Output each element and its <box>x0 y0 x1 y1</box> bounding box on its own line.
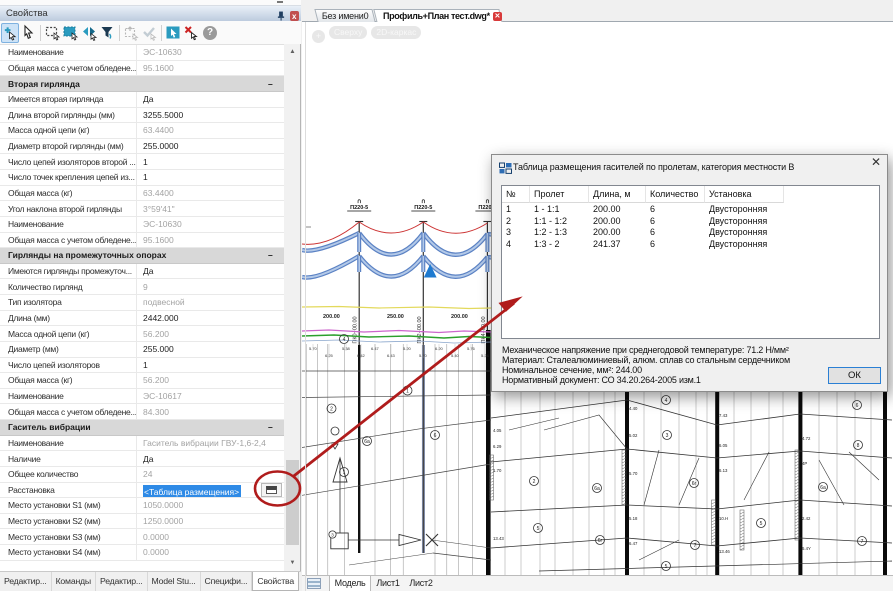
svg-text:6.43: 6.43 <box>387 353 396 358</box>
svg-text:8: 8 <box>857 443 860 449</box>
svg-text:4.05: 4.05 <box>493 428 502 433</box>
svg-text:10.H: 10.H <box>719 516 728 521</box>
svg-text:13.46: 13.46 <box>719 549 730 554</box>
svg-text:6.42: 6.42 <box>357 353 366 358</box>
svg-text:ПК4+00.00: ПК4+00.00 <box>481 316 487 343</box>
svg-text:6.05: 6.05 <box>719 443 728 448</box>
svg-text:ПК2+00.00: ПК2+00.00 <box>417 316 423 343</box>
svg-text:6а: 6а <box>364 439 370 445</box>
svg-text:6: 6 <box>856 403 859 409</box>
svg-text:5.18: 5.18 <box>629 516 638 521</box>
svg-text:5: 5 <box>665 564 668 570</box>
svg-text:ᑎ: ᑎ <box>421 198 425 205</box>
svg-text:6а: 6а <box>820 485 826 491</box>
svg-text:2: 2 <box>533 479 536 485</box>
svg-text:6г: 6г <box>598 538 603 544</box>
svg-text:6.20: 6.20 <box>435 346 444 351</box>
svg-text:6г: 6г <box>692 481 697 487</box>
svg-text:1: 1 <box>406 389 409 395</box>
svg-text:200.00: 200.00 <box>323 314 340 320</box>
svg-text:5.38: 5.38 <box>342 346 351 351</box>
svg-text:П220-5: П220-5 <box>350 205 368 211</box>
svg-text:П220-5: П220-5 <box>414 205 432 211</box>
svg-text:7.43: 7.43 <box>719 413 728 418</box>
svg-text:7: 7 <box>861 539 864 545</box>
svg-text:6.13: 6.13 <box>719 468 728 473</box>
svg-text:5: 5 <box>537 526 540 532</box>
svg-text:7: 7 <box>694 543 697 549</box>
svg-text:5.40: 5.40 <box>451 353 460 358</box>
svg-text:ᑎ: ᑎ <box>357 198 361 205</box>
svg-text:1.70: 1.70 <box>493 468 502 473</box>
svg-text:4.40: 4.40 <box>629 406 638 411</box>
svg-text:5.76: 5.76 <box>467 346 476 351</box>
svg-text:5.70: 5.70 <box>419 353 428 358</box>
svg-text:5.70: 5.70 <box>629 471 638 476</box>
svg-text:6.4Y: 6.4Y <box>802 546 811 551</box>
svg-text:2: 2 <box>330 407 333 413</box>
svg-text:6: 6 <box>434 433 437 439</box>
svg-text:6а: 6а <box>594 486 600 492</box>
svg-text:6.25: 6.25 <box>325 353 334 358</box>
svg-text:5.24: 5.24 <box>481 353 490 358</box>
svg-text:4: 4 <box>343 337 346 343</box>
svg-text:6.47: 6.47 <box>371 346 380 351</box>
svg-text:6.29: 6.29 <box>493 444 502 449</box>
svg-text:ПК0+00.00: ПК0+00.00 <box>353 316 359 343</box>
svg-text:6.47: 6.47 <box>629 541 638 546</box>
svg-text:5.20: 5.20 <box>403 346 412 351</box>
svg-text:5.02: 5.02 <box>629 433 638 438</box>
svg-text:4P: 4P <box>802 461 807 466</box>
svg-text:200.00: 200.00 <box>451 314 468 320</box>
svg-text:3: 3 <box>666 433 669 439</box>
svg-text:5.70: 5.70 <box>309 346 318 351</box>
svg-text:ᑎ: ᑎ <box>486 198 490 205</box>
svg-text:2.42: 2.42 <box>802 516 811 521</box>
svg-text:4.72: 4.72 <box>802 436 811 441</box>
svg-text:4: 4 <box>665 398 668 404</box>
svg-text:250.00: 250.00 <box>387 314 404 320</box>
svg-text:13.43: 13.43 <box>493 536 504 541</box>
svg-text:5: 5 <box>760 521 763 527</box>
